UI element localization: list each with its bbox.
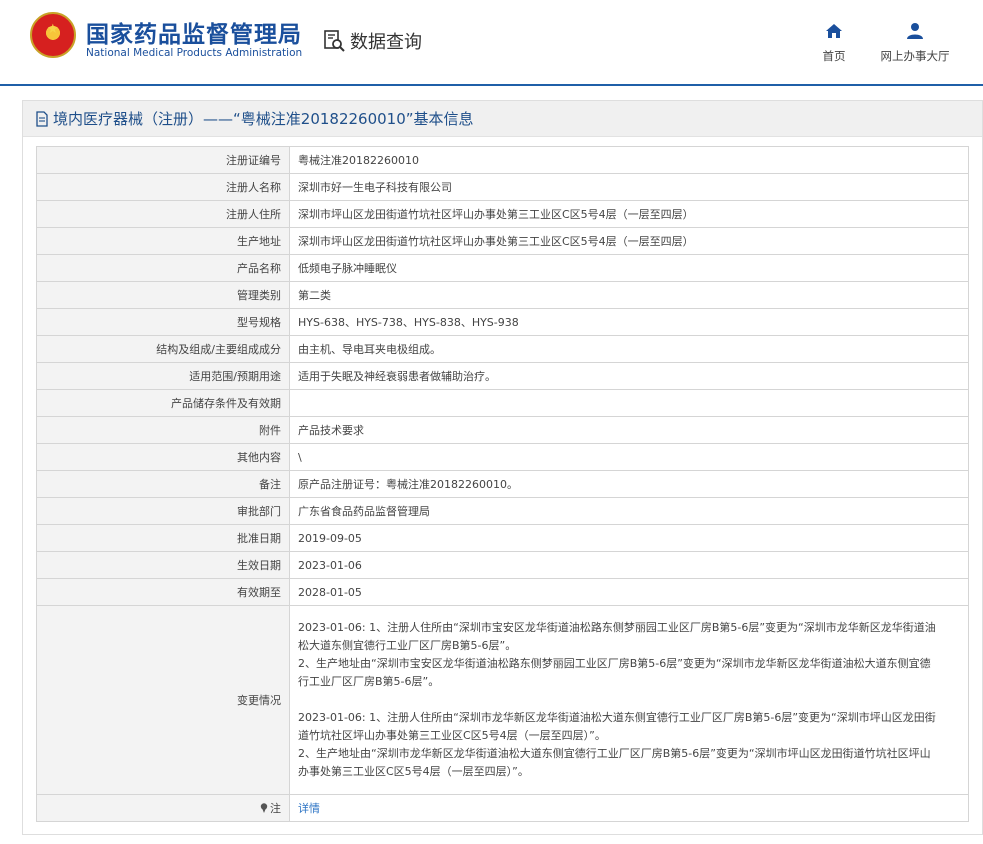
table-row: 产品名称 低频电子脉冲睡眠仪 (36, 254, 969, 282)
details-link[interactable]: 详情 (298, 802, 320, 815)
field-value (289, 389, 969, 417)
table-row: 产品储存条件及有效期 (36, 389, 969, 417)
field-label: 其他内容 (36, 443, 290, 471)
change-line: 2023-01-06: 1、注册人住所由“深圳市宝安区龙华街道油松路东侧梦丽园工… (298, 621, 936, 634)
note-label-cell: 注 (36, 794, 290, 822)
field-label: 备注 (36, 470, 290, 498)
change-line: 2023-01-06: 1、注册人住所由“深圳市龙华新区龙华街道油松大道东侧宜德… (298, 711, 936, 724)
detail-panel: 境内医疗器械（注册）——“粤械注准20182260010”基本信息 注册证编号粤… (22, 100, 983, 835)
change-line: 2、生产地址由“深圳市龙华新区龙华街道油松大道东侧宜德行工业厂区厂房B第5-6层… (298, 747, 931, 760)
table-row: 适用范围/预期用途 适用于失眠及神经衰弱患者做辅助治疗。 (36, 362, 969, 390)
table-row: 注册证编号 粤械注准20182260010 (36, 146, 969, 174)
field-label: 生效日期 (36, 551, 290, 579)
nav-home-label: 首页 (822, 49, 846, 63)
field-value: 2019-09-05 (289, 524, 969, 552)
change-line: 行工业厂区厂房B第5-6层”。 (298, 675, 440, 688)
panel-title: 境内医疗器械（注册）——“粤械注准20182260010”基本信息 (53, 110, 474, 128)
table-row: 生产地址 深圳市坪山区龙田街道竹坑社区坪山办事处第三工业区C区5号4层（一层至四层… (36, 227, 969, 255)
change-line: 2、生产地址由“深圳市宝安区龙华街道油松路东侧梦丽园工业区厂房B第5-6层”变更… (298, 657, 931, 670)
note-row: 注 详情 (36, 794, 969, 822)
change-history-value: 2023-01-06: 1、注册人住所由“深圳市宝安区龙华街道油松路东侧梦丽园工… (289, 605, 969, 795)
field-value: 粤械注准20182260010 (289, 146, 969, 174)
table-row: 结构及组成/主要组成成分 由主机、导电耳夹电极组成。 (36, 335, 969, 363)
field-label: 批准日期 (36, 524, 290, 552)
info-table: 注册证编号 粤械注准20182260010 注册人名称 深圳市好一生电子科技有限公司… (36, 146, 969, 822)
note-label: 注 (270, 802, 281, 815)
change-line-spacer (298, 691, 960, 709)
field-value: 2023-01-06 (289, 551, 969, 579)
field-label: 附件 (36, 416, 290, 444)
field-label: 管理类别 (36, 281, 290, 309)
change-history-label: 变更情况 (36, 605, 290, 795)
table-row: 注册人住所 深圳市坪山区龙田街道竹坑社区坪山办事处第三工业区C区5号4层（一层至四… (36, 200, 969, 228)
field-label: 有效期至 (36, 578, 290, 606)
panel-header: 境内医疗器械（注册）——“粤械注准20182260010”基本信息 (23, 101, 982, 137)
field-value: 原产品注册证号：粤械注准20182260010。 (289, 470, 969, 498)
table-row: 其他内容 \ (36, 443, 969, 471)
field-label: 结构及组成/主要组成成分 (36, 335, 290, 363)
change-line: 松大道东侧宜德行工业厂区厂房B第5-6层”。 (298, 639, 517, 652)
field-label: 适用范围/预期用途 (36, 362, 290, 390)
change-line: 道竹坑社区坪山办事处第三工业区C区5号4层（一层至四层）”。 (298, 729, 606, 742)
data-query-label: 数据查询 (350, 32, 422, 53)
table-row: 管理类别 第二类 (36, 281, 969, 309)
field-value: 由主机、导电耳夹电极组成。 (289, 335, 969, 363)
user-icon (907, 23, 923, 39)
brand-name-cn: 国家药品监督管理局 (86, 22, 302, 48)
field-value: \ (289, 443, 969, 471)
field-value: 产品技术要求 (289, 416, 969, 444)
document-search-icon (324, 30, 345, 52)
pin-icon (260, 803, 268, 813)
table-row: 生效日期 2023-01-06 (36, 551, 969, 579)
field-label: 注册人名称 (36, 173, 290, 201)
change-line: 办事处第三工业区C区5号4层（一层至四层）”。 (298, 765, 529, 778)
national-emblem-logo: ★ (30, 12, 76, 58)
field-value: HYS-638、HYS-738、HYS-838、HYS-938 (289, 308, 969, 336)
field-value: 第二类 (289, 281, 969, 309)
field-label: 注册人住所 (36, 200, 290, 228)
field-label: 注册证编号 (36, 146, 290, 174)
home-icon (826, 24, 842, 38)
field-label: 生产地址 (36, 227, 290, 255)
table-row: 批准日期 2019-09-05 (36, 524, 969, 552)
field-label: 产品名称 (36, 254, 290, 282)
nav-hall-label: 网上办事大厅 (880, 49, 950, 63)
field-value: 2028-01-05 (289, 578, 969, 606)
table-row: 附件 产品技术要求 (36, 416, 969, 444)
note-value-cell: 详情 (289, 794, 969, 822)
table-row: 有效期至 2028-01-05 (36, 578, 969, 606)
field-label: 产品储存条件及有效期 (36, 389, 290, 417)
table-row: 审批部门 广东省食品药品监督管理局 (36, 497, 969, 525)
field-value: 深圳市坪山区龙田街道竹坑社区坪山办事处第三工业区C区5号4层（一层至四层） (289, 227, 969, 255)
field-value: 深圳市坪山区龙田街道竹坑社区坪山办事处第三工业区C区5号4层（一层至四层） (289, 200, 969, 228)
field-label: 审批部门 (36, 497, 290, 525)
table-row: 备注 原产品注册证号：粤械注准20182260010。 (36, 470, 969, 498)
brand-name-en: National Medical Products Administration (86, 47, 303, 59)
field-label: 型号规格 (36, 308, 290, 336)
nav-online-service-hall[interactable]: 网上办事大厅 (870, 22, 960, 64)
field-value: 广东省食品药品监督管理局 (289, 497, 969, 525)
field-value: 深圳市好一生电子科技有限公司 (289, 173, 969, 201)
top-header: ★ 国家药品监督管理局 National Medical Products Ad… (0, 0, 983, 86)
change-history-row: 变更情况 2023-01-06: 1、注册人住所由“深圳市宝安区龙华街道油松路东… (36, 605, 969, 795)
field-value: 低频电子脉冲睡眠仪 (289, 254, 969, 282)
table-row: 型号规格 HYS-638、HYS-738、HYS-838、HYS-938 (36, 308, 969, 336)
field-value: 适用于失眠及神经衰弱患者做辅助治疗。 (289, 362, 969, 390)
table-row: 注册人名称 深圳市好一生电子科技有限公司 (36, 173, 969, 201)
data-query-title[interactable]: 数据查询 (322, 28, 422, 54)
nav-home[interactable]: 首页 (789, 22, 879, 64)
document-icon (36, 110, 48, 127)
